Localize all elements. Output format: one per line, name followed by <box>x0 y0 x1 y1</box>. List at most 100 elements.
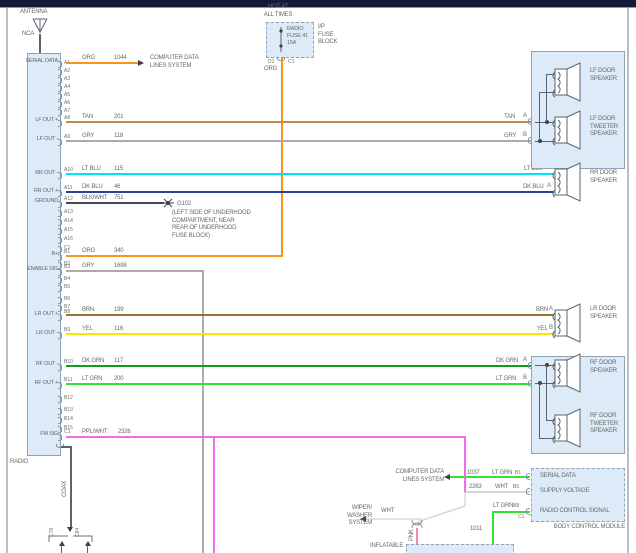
wire-circuit-label: 116 <box>114 326 123 333</box>
rf-neg-wire <box>66 365 531 367</box>
signal-ground: GROUND <box>25 198 58 204</box>
wire-circuit-label: 201 <box>114 114 123 121</box>
lf-neg-wire <box>66 140 531 142</box>
bcm-serial-data-label: SERIAL DATA <box>540 473 576 480</box>
antenna-label: ANTENNA <box>20 9 47 16</box>
rf-tweeter-label: RF DOORTWEETERSPEAKER <box>590 413 618 436</box>
speaker-pin-label: B <box>523 132 527 139</box>
wire-color-label: DK BLU <box>82 184 102 191</box>
lf-tweeter-label: LF DOORTWEETERSPEAKER <box>590 116 618 139</box>
speaker-pin-label: A <box>523 113 527 120</box>
wire-circuit-label: 1011 <box>470 526 482 533</box>
wire-color-label: BRN <box>536 307 548 314</box>
wire-color-label: ORG <box>82 248 95 255</box>
wiring-diagram-canvas: ANTENNA NCA HOT ATALL TIMES RADIOFUSE 41… <box>0 0 636 553</box>
bcm-radio-control-label: RADIO CONTROL SIGNAL <box>540 508 609 515</box>
lf-tweeter-icon <box>551 110 585 150</box>
arrow-up-icon <box>59 541 65 546</box>
fuse-pin-c1: C1 <box>288 59 294 65</box>
coax-conn-right-label: C84 <box>75 528 81 537</box>
wire-color-label: GRY <box>82 133 94 140</box>
lr-pos-wire <box>66 314 554 316</box>
frame-right-line <box>627 8 629 553</box>
wire-color-label: WHT <box>381 508 394 515</box>
lr-speaker-label: LR DOORSPEAKER <box>590 306 617 321</box>
fuse-icon <box>276 25 286 55</box>
wire-circuit-label: 117 <box>114 358 123 365</box>
pin-a16: A16 <box>64 236 73 242</box>
b-plus-wire <box>66 255 283 257</box>
inflatable-box <box>406 544 514 553</box>
arrow-up-icon <box>85 541 91 546</box>
bcm-supply-voltage-label: SUPPLY VOLTAGE <box>540 488 589 495</box>
wire-color-label: LT BLU <box>82 166 101 173</box>
wire-color-label: YEL <box>82 326 93 333</box>
wire-circuit-label: 118 <box>114 133 123 140</box>
lr-neg-wire <box>66 333 554 335</box>
wire-circuit-label: 751 <box>114 195 123 202</box>
wiper-washer-label: WIPER/WASHERSYSTEM <box>332 505 372 528</box>
pin-b14: B14 <box>64 416 73 422</box>
arrow-right-icon <box>138 60 144 66</box>
signal-enable-sig: ENABLE SIG <box>25 266 58 272</box>
ground-icon <box>162 196 175 209</box>
signal-rr-out-pos: RR OUT + <box>25 188 58 194</box>
bcm-wire-complex <box>330 430 530 553</box>
pin-b6: B6 <box>64 296 70 302</box>
wire-color-label: GRY <box>82 263 94 270</box>
rf-door-speaker-icon <box>551 353 585 393</box>
rr-door-speaker-icon <box>551 162 585 202</box>
wire-circuit-label: 2326 <box>118 429 131 436</box>
bcm-pin-b5: B5 <box>513 484 519 490</box>
wire-color-label: BLK/WHT <box>82 195 107 202</box>
serial-data-wire <box>66 62 138 64</box>
frame-top-line <box>0 7 636 8</box>
pin-b13: B13 <box>64 407 73 413</box>
signal-rf-out-pos: RF OUT + <box>25 380 58 386</box>
signal-fm-sig: FM SIG <box>25 431 58 437</box>
signal-rr-out-neg: RR OUT - <box>25 170 58 176</box>
enable-sig-wire-vertical <box>202 270 204 553</box>
fuse-block-location-label: I/PFUSEBLOCK <box>318 24 337 47</box>
wire-circuit-label: 1698 <box>114 263 127 270</box>
signal-lr-out-pos: LR OUT + <box>25 311 58 317</box>
wire-color-label: PPL/WHT <box>82 429 107 436</box>
rf-pos-wire <box>66 383 531 385</box>
fm-sig-branch-vertical <box>213 437 215 553</box>
connector-arc <box>526 488 530 495</box>
wire-color-label: LT GRN <box>496 376 516 383</box>
wire-color-label: BRN <box>82 307 94 314</box>
fuse-name-label: RADIOFUSE 4115A <box>287 26 308 47</box>
pin-b12: B12 <box>64 395 73 401</box>
wire-circuit-label: 200 <box>114 376 123 383</box>
speaker-pin-label: B <box>523 375 527 382</box>
inflatable-label: INFLATABLE <box>370 543 403 550</box>
fuse-pin-d1: D1 <box>268 59 274 65</box>
ground-location-note: (LEFT SIDE OF UNDERHOODCOMPARTMENT, NEAR… <box>172 210 251 240</box>
signal-rf-out-neg: RF OUT - <box>25 361 58 367</box>
coax-line <box>70 446 72 528</box>
wire-color-label: LT GRN <box>492 470 512 477</box>
pin-a5: A5 <box>64 92 70 98</box>
signal-lf-out-pos: LF OUT + <box>25 117 58 123</box>
wire-color-label: TAN <box>504 114 515 121</box>
pin-a15: A15 <box>64 227 73 233</box>
wire-circuit-label: 2263 <box>469 484 482 491</box>
pin-a2: A2 <box>64 68 70 74</box>
wire-color-label: DK GRN <box>496 358 518 365</box>
bcm-name-label: BODY CONTROL MODULE <box>531 524 625 532</box>
wire-color-label: LT GRN <box>493 503 513 510</box>
pin-b5: B5 <box>64 284 70 290</box>
antenna-lead <box>39 34 41 53</box>
frame-left-line <box>6 8 8 553</box>
wire-color-label: LT GRN <box>82 376 102 383</box>
signal-b-plus: B+ <box>25 251 58 257</box>
ground-wire <box>66 202 164 204</box>
lr-door-speaker-icon <box>551 303 585 343</box>
wire-color-label: ORG <box>82 55 95 62</box>
battery-feed-wire-vertical <box>281 58 283 257</box>
arrow-left-icon <box>444 474 450 480</box>
antenna-nca-label: NCA <box>22 31 34 38</box>
enable-sig-wire <box>66 270 204 272</box>
title-bar <box>0 0 636 7</box>
